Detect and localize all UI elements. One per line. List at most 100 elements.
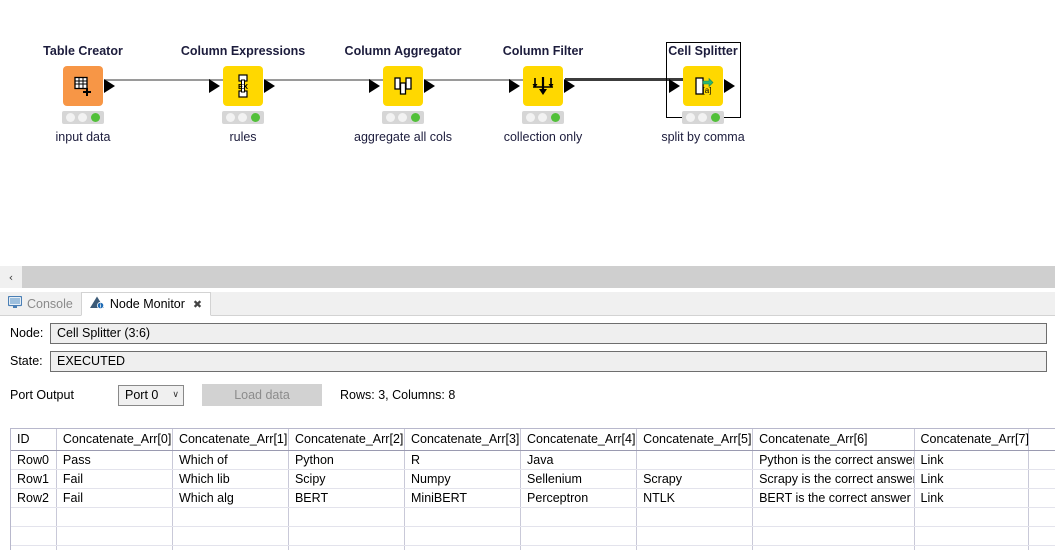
workflow-node-column-expressions[interactable]: Column Expressions EX rules	[168, 44, 318, 144]
workflow-canvas[interactable]: Table Creator input data Column Expressi…	[0, 0, 1055, 266]
workflow-node-column-aggregator[interactable]: Column Aggregator aggregate all cols	[328, 44, 478, 144]
port-output-table-container[interactable]: ID Concatenate_Arr[0] Concatenate_Arr[1] Co…	[10, 428, 1055, 550]
table-column-header[interactable]: Concatenate_Arr[0]	[56, 429, 173, 451]
table-row-empty	[11, 526, 1055, 546]
table-cell: BERT is the correct answer	[752, 488, 915, 508]
table-header-row: ID Concatenate_Arr[0] Concatenate_Arr[1] Co…	[11, 429, 1055, 451]
table-column-header[interactable]	[1028, 429, 1055, 451]
led-idle-1	[525, 113, 535, 122]
port-output-row: Port Output Port 0 ∨ Load data Rows: 3, …	[0, 382, 1055, 408]
table-cell-empty	[11, 545, 57, 550]
node-input-port[interactable]	[509, 79, 520, 93]
led-executed	[91, 113, 101, 122]
node-field-row: Node: Cell Splitter (3:6)	[0, 322, 1055, 344]
table-cell: Python is the correct answer	[752, 450, 915, 470]
table-cell-empty	[11, 526, 57, 546]
close-icon[interactable]: ✖	[193, 298, 202, 311]
table-row[interactable]: Row1 Fail Which lib Scipy Numpy Sellenium Scra…	[11, 469, 1055, 489]
node-label: split by comma	[661, 130, 745, 144]
table-column-header[interactable]: Concatenate_Arr[6]	[752, 429, 915, 451]
port-output-table: ID Concatenate_Arr[0] Concatenate_Arr[1] Co…	[11, 429, 1055, 550]
led-idle-1	[65, 113, 75, 122]
table-cell: Perceptron	[520, 488, 638, 508]
node-status-leds	[522, 111, 564, 124]
table-column-header[interactable]: Concatenate_Arr[7]	[914, 429, 1029, 451]
node-output-port[interactable]	[104, 79, 115, 93]
column-expressions-icon: EX	[223, 66, 263, 106]
table-cell-empty	[172, 526, 289, 546]
table-cell-empty	[288, 507, 406, 527]
table-column-header[interactable]: Concatenate_Arr[2]	[288, 429, 406, 451]
node-label: aggregate all cols	[354, 130, 452, 144]
node-output-port[interactable]	[424, 79, 435, 93]
node-input-port[interactable]	[669, 79, 680, 93]
table-cell-empty	[752, 545, 915, 550]
node-status-leds	[682, 111, 724, 124]
led-executed	[251, 113, 261, 122]
table-cell: Sellenium	[520, 469, 638, 489]
workflow-node-cell-splitter[interactable]: Cell Splitter [a] split by comma	[628, 44, 778, 144]
table-cell: Which of	[172, 450, 289, 470]
workflow-node-table-creator[interactable]: Table Creator input data	[8, 44, 158, 144]
tab-console[interactable]: Console	[0, 292, 81, 315]
table-cell: Python	[288, 450, 406, 470]
led-idle-2	[698, 113, 708, 122]
state-field-label: State:	[10, 354, 43, 368]
canvas-horizontal-scrollbar[interactable]: ‹	[0, 266, 1055, 288]
table-cell: Fail	[56, 469, 173, 489]
led-executed	[711, 113, 721, 122]
table-column-header[interactable]: Concatenate_Arr[3]	[404, 429, 522, 451]
node-title: Cell Splitter	[668, 44, 738, 58]
node-title: Column Filter	[502, 44, 584, 58]
node-title: Column Expressions	[180, 44, 306, 58]
table-cell	[1028, 450, 1055, 470]
table-cell: Which alg	[172, 488, 289, 508]
scroll-left-arrow-icon[interactable]: ‹	[0, 266, 22, 288]
table-cell-empty	[288, 526, 406, 546]
table-row-empty	[11, 507, 1055, 527]
table-row[interactable]: Row2 Fail Which alg BERT MiniBERT Perceptron N…	[11, 488, 1055, 508]
node-input-port[interactable]	[209, 79, 220, 93]
node-title: Table Creator	[43, 44, 123, 58]
table-cell-empty	[404, 545, 522, 550]
workflow-node-column-filter[interactable]: Column Filter collection only	[468, 44, 618, 144]
table-column-header[interactable]: Concatenate_Arr[4]	[520, 429, 638, 451]
node-field-label: Node:	[10, 326, 44, 340]
table-cell-empty	[636, 526, 754, 546]
load-data-button[interactable]: Load data	[202, 384, 322, 406]
table-cell-empty	[520, 545, 638, 550]
table-cell: Link	[914, 450, 1029, 470]
node-input-port[interactable]	[369, 79, 380, 93]
led-idle-2	[398, 113, 408, 122]
table-cell: NTLK	[636, 488, 754, 508]
led-executed	[551, 113, 561, 122]
led-idle-2	[538, 113, 548, 122]
scrollbar-track[interactable]	[22, 266, 1055, 288]
table-column-header[interactable]: ID	[11, 429, 57, 451]
table-cell: Java	[520, 450, 638, 470]
node-label: input data	[55, 130, 111, 144]
column-aggregator-icon	[383, 66, 423, 106]
node-output-port[interactable]	[564, 79, 575, 93]
node-title: Column Aggregator	[344, 44, 462, 58]
led-idle-1	[225, 113, 235, 122]
svg-text:[a]: [a]	[703, 86, 712, 95]
node-status-leds	[62, 111, 104, 124]
table-row[interactable]: Row0 Pass Which of Python R Java Python is the…	[11, 450, 1055, 470]
tab-label: Console	[27, 296, 73, 311]
node-output-port[interactable]	[264, 79, 275, 93]
port-select-value: Port 0	[125, 388, 159, 402]
table-cell: Row1	[11, 469, 57, 489]
table-cell-empty	[636, 545, 754, 550]
table-cell-empty	[914, 545, 1029, 550]
port-select[interactable]: Port 0 ∨	[118, 384, 184, 406]
table-column-header[interactable]: Concatenate_Arr[1]	[172, 429, 289, 451]
table-cell	[1028, 488, 1055, 508]
table-cell: Fail	[56, 488, 173, 508]
table-cell	[1028, 469, 1055, 489]
table-column-header[interactable]: Concatenate_Arr[5]	[636, 429, 754, 451]
table-cell-empty	[520, 507, 638, 527]
tab-node-monitor[interactable]: i Node Monitor ✖	[80, 292, 212, 316]
node-status-leds	[222, 111, 264, 124]
node-output-port[interactable]	[724, 79, 735, 93]
